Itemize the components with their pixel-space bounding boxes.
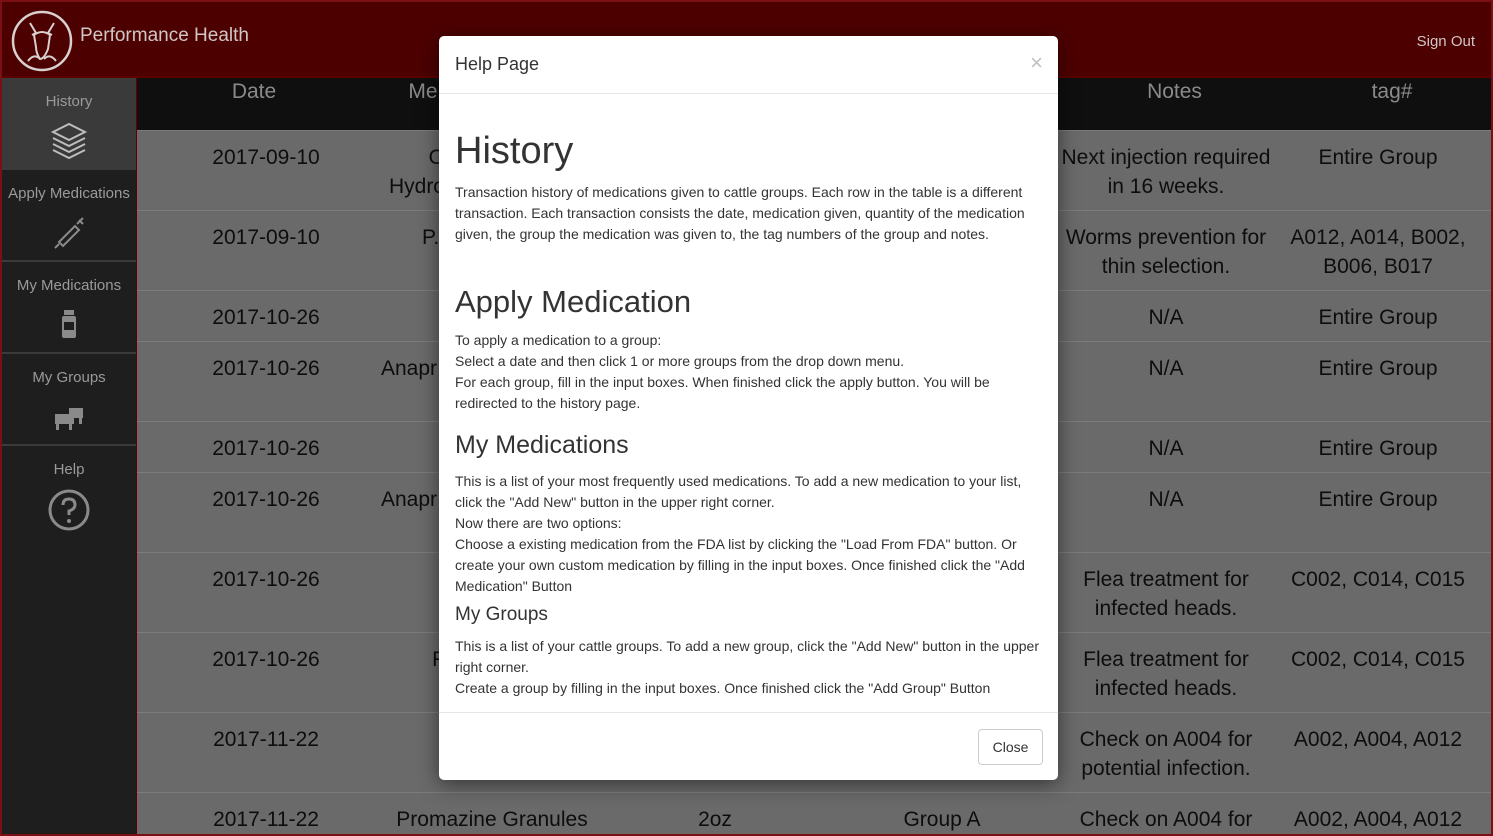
- cell-tags: Entire Group: [1318, 306, 1438, 329]
- cell-tags: A012, A014, B002, B006, B017: [1290, 226, 1466, 278]
- sign-out-link[interactable]: Sign Out: [1417, 33, 1475, 50]
- sidebar-item-label: My Medications: [16, 277, 122, 294]
- section-line: This is a list of your cattle groups. To…: [455, 638, 1040, 675]
- help-modal: Help Page × History Transaction history …: [439, 36, 1058, 780]
- cell-tags: A002, A004, A012: [1293, 728, 1463, 751]
- cell-date: 2017-11-22: [213, 728, 319, 751]
- sidebar-item-label: My Groups: [32, 369, 106, 386]
- cell-notes: N/A: [1148, 306, 1184, 329]
- modal-body: History Transaction history of medicatio…: [455, 94, 1045, 712]
- sidebar-item-label: Apply Medications: [8, 185, 130, 202]
- section-heading-history: History: [455, 130, 574, 172]
- cell-medication: O Hydro: [388, 146, 445, 198]
- section-line: Choose a existing medication from the FD…: [455, 536, 1025, 594]
- cell-medication: Anapr: [380, 357, 437, 380]
- cell-date: 2017-11-22: [213, 808, 319, 831]
- cell-notes: Next injection required in 16 weeks.: [1061, 146, 1271, 198]
- cell-tags: Entire Group: [1318, 437, 1438, 460]
- cell-tags: Entire Group: [1318, 488, 1438, 511]
- column-header-medication: Me: [408, 80, 438, 103]
- cell-notes: Check on A004 for: [1079, 808, 1253, 831]
- section-text-history: Transaction history of medications given…: [455, 184, 1025, 242]
- cell-date: 2017-10-26: [212, 306, 320, 329]
- section-line: To apply a medication to a group:: [455, 332, 662, 348]
- cell-tags: C002, C014, C015: [1291, 568, 1465, 591]
- section-line: This is a list of your most frequently u…: [455, 473, 1022, 510]
- sidebar-item-apply-medications[interactable]: Apply Medications: [2, 170, 136, 262]
- sidebar-nav: History Apply Medications My Medications: [2, 78, 136, 834]
- syringe-icon: [54, 217, 84, 249]
- cell-medication: P.I: [422, 226, 445, 249]
- cell-medication: Promazine Granules: [396, 808, 588, 831]
- sidebar-item-my-medications[interactable]: My Medications: [2, 262, 136, 354]
- sidebar-item-label: Help: [53, 461, 85, 478]
- cell-date: 2017-10-26: [212, 437, 320, 460]
- cell-notes: N/A: [1148, 488, 1184, 511]
- section-line: Create a group by filling in the input b…: [455, 680, 991, 696]
- cell-notes: N/A: [1148, 437, 1184, 460]
- cell-medication: Anapr: [380, 488, 437, 511]
- cattle-icon: [55, 408, 83, 430]
- cell-quantity: 2oz: [698, 808, 732, 831]
- cell-tags: C002, C014, C015: [1291, 648, 1465, 671]
- sidebar-item-help[interactable]: Help: [2, 446, 136, 538]
- question-circle-icon: [48, 489, 90, 531]
- cell-date: 2017-10-26: [212, 357, 320, 380]
- cell-date: 2017-09-10: [212, 146, 320, 169]
- cell-tags: Entire Group: [1318, 146, 1438, 169]
- deer-head-logo-icon[interactable]: [10, 9, 74, 73]
- section-heading-my-groups: My Groups: [455, 604, 548, 625]
- cell-date: 2017-10-26: [212, 648, 320, 671]
- section-line: Select a date and then click 1 or more g…: [455, 353, 905, 369]
- modal-footer: Close: [439, 712, 1058, 780]
- cell-date: 2017-10-26: [212, 568, 320, 591]
- cell-date: 2017-09-10: [212, 226, 320, 249]
- section-heading-apply-medication: Apply Medication: [455, 284, 692, 319]
- sidebar-item-label: History: [45, 93, 93, 110]
- sidebar-item-my-groups[interactable]: My Groups: [2, 354, 136, 446]
- sidebar-item-history[interactable]: History: [2, 78, 136, 170]
- cell-notes: Flea treatment for infected heads.: [1083, 568, 1249, 620]
- modal-title: Help Page: [455, 54, 540, 74]
- brand-title: Performance Health: [80, 25, 249, 46]
- cell-notes: N/A: [1148, 357, 1184, 380]
- app-frame: Performance Health Sign Out History Appl…: [0, 0, 1493, 836]
- cell-group: Group A: [903, 808, 981, 831]
- table-row: 2017-11-22 Promazine Granules 2oz Group …: [137, 792, 1491, 834]
- section-heading-my-medications: My Medications: [455, 431, 629, 459]
- medicine-bottle-icon: [62, 310, 76, 338]
- close-icon[interactable]: ×: [1030, 50, 1043, 76]
- stack-layers-icon: [50, 122, 88, 160]
- cell-date: 2017-10-26: [212, 488, 320, 511]
- section-line: Now there are two options:: [455, 515, 622, 531]
- cell-notes: Flea treatment for infected heads.: [1083, 648, 1249, 700]
- cell-tags: Entire Group: [1318, 357, 1438, 380]
- cell-medication: F: [395, 645, 445, 674]
- cell-notes: Check on A004 for potential infection.: [1079, 728, 1253, 780]
- modal-header: Help Page ×: [439, 36, 1058, 94]
- column-header-tag: tag#: [1371, 80, 1413, 103]
- column-header-date: Date: [231, 80, 277, 103]
- cell-notes: Worms prevention for thin selection.: [1065, 226, 1267, 278]
- cell-tags: A002, A004, A012: [1293, 808, 1463, 831]
- section-line: For each group, fill in the input boxes.…: [455, 374, 990, 411]
- column-header-notes: Notes: [1147, 80, 1202, 103]
- close-button[interactable]: Close: [978, 729, 1043, 765]
